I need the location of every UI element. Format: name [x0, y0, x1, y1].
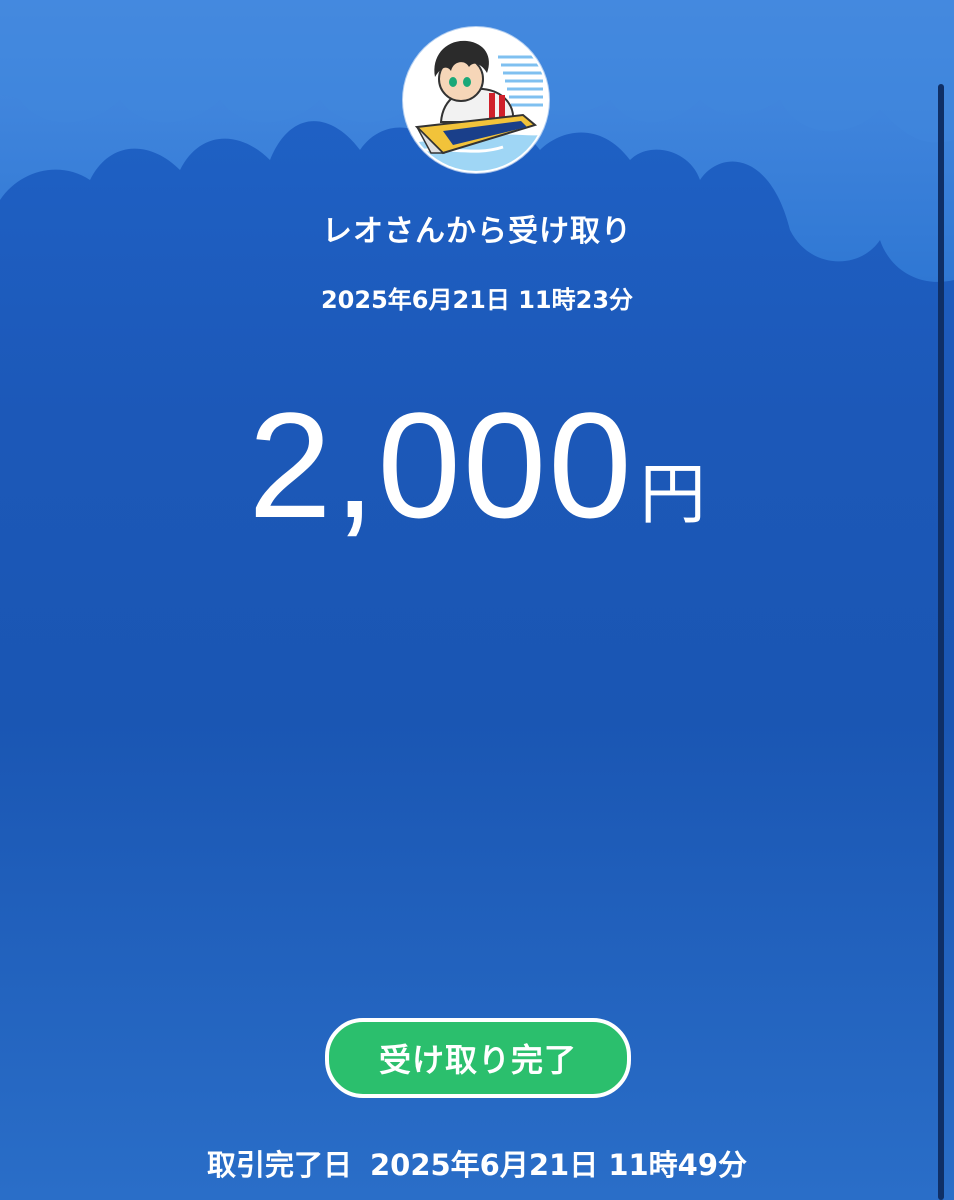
completed-date-value: 2025年6月21日 11時49分 — [369, 1148, 748, 1182]
boat-racer-avatar-icon — [405, 29, 547, 171]
avatar[interactable] — [403, 27, 549, 173]
receive-complete-button[interactable]: 受け取り完了 — [325, 1018, 631, 1098]
completed-date-line: 取引完了日 2025年6月21日 11時49分 — [0, 1142, 954, 1184]
receipt-title: レオさんから受け取り — [322, 214, 632, 249]
amount-value: 2,000 — [248, 381, 634, 549]
receipt-date: 2025年6月21日 11時23分 — [320, 286, 634, 314]
scrollbar[interactable] — [938, 84, 944, 1200]
completed-date-label: 取引完了日 — [206, 1148, 352, 1182]
amount-display: 2,000円 — [0, 390, 954, 540]
currency-unit: 円 — [639, 456, 706, 533]
